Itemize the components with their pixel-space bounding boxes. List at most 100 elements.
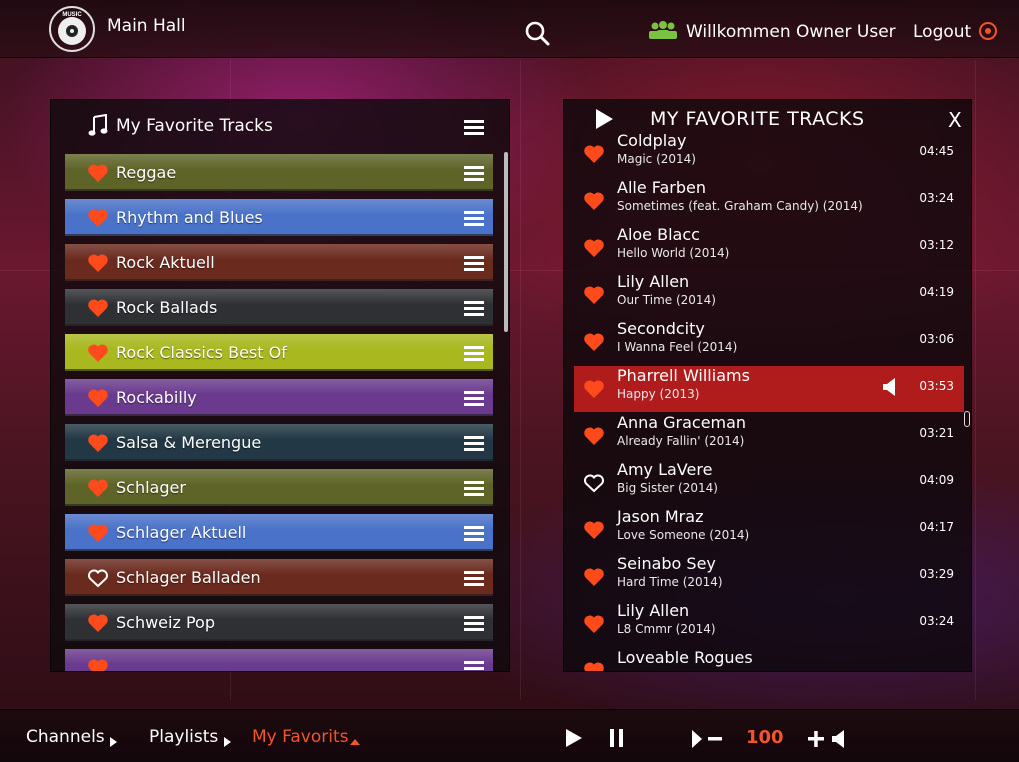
heart-filled-icon[interactable] xyxy=(583,614,605,638)
heart-filled-icon[interactable] xyxy=(583,191,605,215)
channel-item[interactable]: Schlager Aktuell xyxy=(65,514,493,551)
channel-item[interactable]: Reggae xyxy=(65,154,493,191)
channel-item[interactable]: Rock Aktuell xyxy=(65,244,493,281)
track-row[interactable]: Secondcity I Wanna Feel (2014) 03:06 xyxy=(574,319,964,365)
heart-filled-icon[interactable] xyxy=(87,433,109,457)
close-button[interactable]: X xyxy=(948,108,962,132)
heart-filled-icon[interactable] xyxy=(87,298,109,322)
heart-filled-icon[interactable] xyxy=(87,343,109,367)
channels-panel: My Favorite Tracks Reggae Rhythm and Blue… xyxy=(50,99,510,672)
channel-label: Schweiz Pop xyxy=(116,613,215,632)
favorite-tracks-panel: MY FAVORITE TRACKS X Coldplay Magic (2014… xyxy=(563,99,972,672)
track-row[interactable]: Anna Graceman Already Fallin' (2014) 03:21 xyxy=(574,413,964,459)
track-artist: Amy LaVere xyxy=(617,460,713,479)
search-icon[interactable] xyxy=(524,20,550,46)
track-row-playing[interactable]: Pharrell Williams Happy (2013) 03:53 xyxy=(574,366,964,412)
heart-filled-icon[interactable] xyxy=(87,658,109,671)
track-artist: Pharrell Williams xyxy=(617,366,750,385)
channel-item[interactable]: Schlager xyxy=(65,469,493,506)
channel-item[interactable] xyxy=(65,649,493,671)
channel-item[interactable]: Schweiz Pop xyxy=(65,604,493,641)
hamburger-menu-icon[interactable] xyxy=(464,526,484,542)
hamburger-menu-icon[interactable] xyxy=(464,571,484,587)
track-title: Happy (2013) xyxy=(617,387,700,401)
breadcrumb-channels[interactable]: Channels xyxy=(26,727,105,747)
power-icon[interactable] xyxy=(978,21,998,45)
track-title: Sometimes (feat. Graham Candy) (2014) xyxy=(617,199,863,213)
track-row[interactable]: Coldplay Magic (2014) 04:45 xyxy=(574,131,964,177)
heart-filled-icon[interactable] xyxy=(583,144,605,168)
breadcrumb-playlists[interactable]: Playlists xyxy=(149,727,218,747)
track-row[interactable]: Jason Mraz Love Someone (2014) 04:17 xyxy=(574,507,964,553)
player-bar: Channels Playlists My Favorits 100 xyxy=(0,709,1019,762)
track-row[interactable]: Lily Allen L8 Cmmr (2014) 03:24 xyxy=(574,601,964,647)
channel-label: Rock Aktuell xyxy=(116,253,215,272)
track-duration: 03:53 xyxy=(919,379,954,393)
heart-filled-icon[interactable] xyxy=(87,208,109,232)
hamburger-menu-icon[interactable] xyxy=(464,481,484,497)
hamburger-menu-icon[interactable] xyxy=(464,661,484,671)
hamburger-menu-icon[interactable] xyxy=(464,301,484,317)
heart-filled-icon[interactable] xyxy=(583,567,605,591)
channel-label: Rock Classics Best Of xyxy=(116,343,287,362)
hamburger-menu-icon[interactable] xyxy=(464,256,484,272)
hamburger-menu-icon[interactable] xyxy=(464,346,484,362)
track-row[interactable]: Loveable Rogues xyxy=(574,648,964,671)
hamburger-menu-icon[interactable] xyxy=(464,616,484,632)
heart-outline-icon[interactable] xyxy=(583,473,605,497)
hamburger-menu-icon[interactable] xyxy=(464,391,484,407)
track-artist: Lily Allen xyxy=(617,601,690,620)
heart-filled-icon[interactable] xyxy=(87,163,109,187)
track-title: Our Time (2014) xyxy=(617,293,716,307)
heart-filled-icon[interactable] xyxy=(583,520,605,544)
tracks-panel-title: MY FAVORITE TRACKS xyxy=(650,108,865,130)
track-row[interactable]: Aloe Blacc Hello World (2014) 03:12 xyxy=(574,225,964,271)
play-icon[interactable] xyxy=(565,728,583,752)
breadcrumb-my-favorits[interactable]: My Favorits xyxy=(252,727,348,747)
scrollbar[interactable] xyxy=(964,411,970,427)
heart-filled-icon[interactable] xyxy=(583,285,605,309)
heart-filled-icon[interactable] xyxy=(87,478,109,502)
chevron-up-icon[interactable] xyxy=(349,732,361,751)
track-row[interactable]: Lily Allen Our Time (2014) 04:19 xyxy=(574,272,964,318)
pause-icon[interactable] xyxy=(609,728,625,752)
heart-filled-icon[interactable] xyxy=(583,238,605,262)
channel-label: Rhythm and Blues xyxy=(116,208,263,227)
channel-item[interactable]: Schlager Balladen xyxy=(65,559,493,596)
logo: MUSIC xyxy=(48,5,96,53)
channels-panel-header: My Favorite Tracks xyxy=(51,100,509,154)
track-duration: 03:21 xyxy=(919,426,954,440)
hamburger-menu-icon[interactable] xyxy=(464,211,484,227)
channel-item[interactable]: Rock Classics Best Of xyxy=(65,334,493,371)
track-artist: Loveable Rogues xyxy=(617,648,753,667)
volume-up-icon[interactable] xyxy=(806,728,848,754)
channel-item[interactable]: Rhythm and Blues xyxy=(65,199,493,236)
music-note-icon xyxy=(88,113,108,142)
channel-item[interactable]: Salsa & Merengue xyxy=(65,424,493,461)
logout-link[interactable]: Logout xyxy=(913,22,971,42)
track-artist: Seinabo Sey xyxy=(617,554,716,573)
track-title: I Wanna Feel (2014) xyxy=(617,340,738,354)
track-row[interactable]: Seinabo Sey Hard Time (2014) 03:29 xyxy=(574,554,964,600)
hamburger-menu-icon[interactable] xyxy=(464,120,484,136)
heart-outline-icon[interactable] xyxy=(87,568,109,592)
track-title: Magic (2014) xyxy=(617,152,696,166)
channel-item[interactable]: Rock Ballads xyxy=(65,289,493,326)
heart-filled-icon[interactable] xyxy=(87,388,109,412)
heart-filled-icon[interactable] xyxy=(87,253,109,277)
hamburger-menu-icon[interactable] xyxy=(464,436,484,452)
hamburger-menu-icon[interactable] xyxy=(464,166,484,182)
volume-down-icon[interactable] xyxy=(690,728,726,754)
heart-filled-icon[interactable] xyxy=(583,426,605,450)
heart-filled-icon[interactable] xyxy=(583,332,605,356)
heart-filled-icon[interactable] xyxy=(87,523,109,547)
channel-item[interactable]: Rockabilly xyxy=(65,379,493,416)
heart-filled-icon[interactable] xyxy=(583,379,605,403)
track-title: L8 Cmmr (2014) xyxy=(617,622,716,636)
heart-filled-icon[interactable] xyxy=(583,661,605,671)
heart-filled-icon[interactable] xyxy=(87,613,109,637)
track-row[interactable]: Alle Farben Sometimes (feat. Graham Candy… xyxy=(574,178,964,224)
track-duration: 03:29 xyxy=(919,567,954,581)
track-row[interactable]: Amy LaVere Big Sister (2014) 04:09 xyxy=(574,460,964,506)
scrollbar[interactable] xyxy=(504,152,508,332)
